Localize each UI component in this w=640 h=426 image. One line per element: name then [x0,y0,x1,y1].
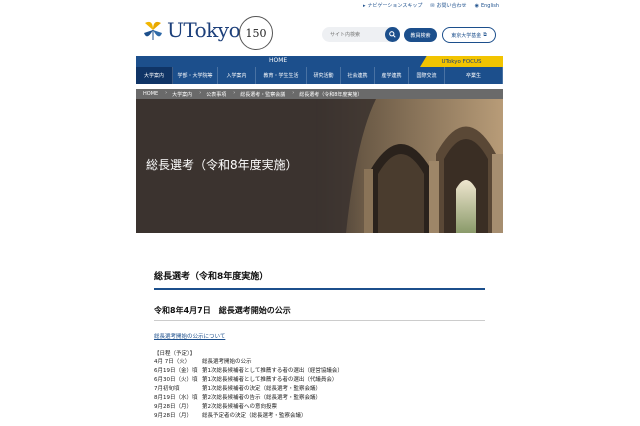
announcement-link[interactable]: 総長選考開始の公示について [154,332,225,340]
nav-item[interactable]: 入学案内 [218,67,256,84]
nav-item[interactable]: 卒業生 [445,67,503,84]
schedule-row: 6月19日（金）頃 第1次総長候補者として推薦する者の選出（経営協議会） [154,367,343,376]
schedule-date: 7月初旬頃 [154,386,180,392]
breadcrumb: HOME大学案内公表事項総長選考・監察会議総長選考（令和8年度実施） [136,89,503,99]
schedule-event: 総長予定者の決定（総長選考・監察会議） [202,413,307,419]
english-link[interactable]: ◉ English [475,2,499,9]
breadcrumb-item[interactable]: HOME [136,90,167,97]
schedule-event: 第1次総長候補者として推薦する者の選出（経営協議会） [202,368,343,374]
schedule-row: 7月初旬頃 第1次総長候補者の決定（総長選考・監察会議） [154,385,343,394]
hero-banner: 総長選考（令和8年度実施） [136,99,503,233]
globe-icon: ◉ [474,2,479,9]
external-link-icon: ⧉ [483,32,487,38]
hero-photo-arches [316,99,503,233]
nav-item[interactable]: 教育・学生生活 [256,67,307,84]
schedule-row: 6月30日（火）頃 第1次総長候補者として推薦する者の選出（代議員会） [154,376,343,385]
schedule-date: 9月28日（月） [154,413,192,419]
schedule-date: 6月30日（火）頃 [154,377,198,383]
fund-button[interactable]: 東京大学基金 ⧉ [442,27,496,43]
mail-icon: ✉ [430,2,435,9]
nav-item[interactable]: 学部・大学院等 [173,67,218,84]
contact-link[interactable]: ✉ お問い合わせ [430,2,466,10]
schedule-event: 第2次総長候補者への意向投票 [202,404,278,410]
nav-skip-link[interactable]: ▸ ナビゲーションスキップ [363,2,422,10]
schedule-row: 4月 7日（火） 総長選考開始の公示 [154,358,343,367]
page-title: 総長選考（令和8年度実施） [154,272,269,282]
page: ▸ ナビゲーションスキップ ✉ お問い合わせ ◉ English UTokyo 150… [136,0,503,426]
nav-item[interactable]: 大学案内 [136,67,173,84]
nav-item[interactable]: 産学連携 [375,67,409,84]
nav-item[interactable]: 社会連携 [341,67,375,84]
section-heading: 令和8年4月7日 総長選考開始の公示 [154,306,291,315]
title-underline [154,288,485,290]
schedule-row: 9月28日（月） 第2次総長候補者への意向投票 [154,403,343,412]
breadcrumb-item[interactable]: 公表事項 [199,90,235,98]
schedule-event: 第1次総長候補者として推薦する者の選出（代議員会） [202,377,338,383]
breadcrumb-item[interactable]: 総長選考・監察会議 [233,90,294,98]
breadcrumb-item[interactable]: 大学案内 [165,90,201,98]
schedule-row: 8月19日（水）頃 第2次総長候補者の告示（総長選考・監察会議） [154,394,343,403]
arrow-icon: ▸ [363,2,366,9]
anniversary-seal: 150 [239,16,273,50]
search-button[interactable] [385,27,400,42]
utokyo-logo[interactable]: UTokyo [142,18,241,42]
breadcrumb-item: 総長選考（令和8年度実施） [299,91,363,98]
nav-item[interactable]: 研究活動 [307,67,341,84]
schedule-list: 4月 7日（火） 総長選考開始の公示 6月19日（金）頃 第1次総長候補者として推薦す… [154,358,343,421]
hero-title: 総長選考（令和8年度実施） [146,158,298,172]
schedule-date: 4月 7日（火） [154,359,191,365]
schedule-heading: 【日程（予定）】 [154,351,196,357]
utokyo-focus-banner[interactable]: UTokyo FOCUS [420,56,503,67]
schedule-row: 9月28日（月） 総長予定者の決定（総長選考・監察会議） [154,412,343,421]
nav-item[interactable]: 国際交流 [409,67,445,84]
schedule-date: 6月19日（金）頃 [154,368,198,374]
global-nav: 大学案内 学部・大学院等 入学案内 教育・学生生活 研究活動 社会連携 産学連携 国際交流 卒業… [136,67,503,84]
section-divider [154,320,485,321]
home-link[interactable]: HOME [269,57,287,64]
schedule-date: 8月19日（水）頃 [154,395,198,401]
staff-search-button[interactable]: 教員検索 [404,28,437,42]
schedule-event: 第1次総長候補者の決定（総長選考・監察会議） [202,386,322,392]
schedule-event: 第2次総長候補者の告示（総長選考・監察会議） [202,395,322,401]
schedule-event: 総長選考開始の公示 [202,359,252,365]
schedule-date: 9月28日（月） [154,404,192,410]
search-icon [389,31,396,38]
home-bar: HOME UTokyo FOCUS [136,56,503,67]
ginkgo-icon [144,21,162,40]
utility-bar: ▸ ナビゲーションスキップ ✉ お問い合わせ ◉ English [363,2,499,10]
